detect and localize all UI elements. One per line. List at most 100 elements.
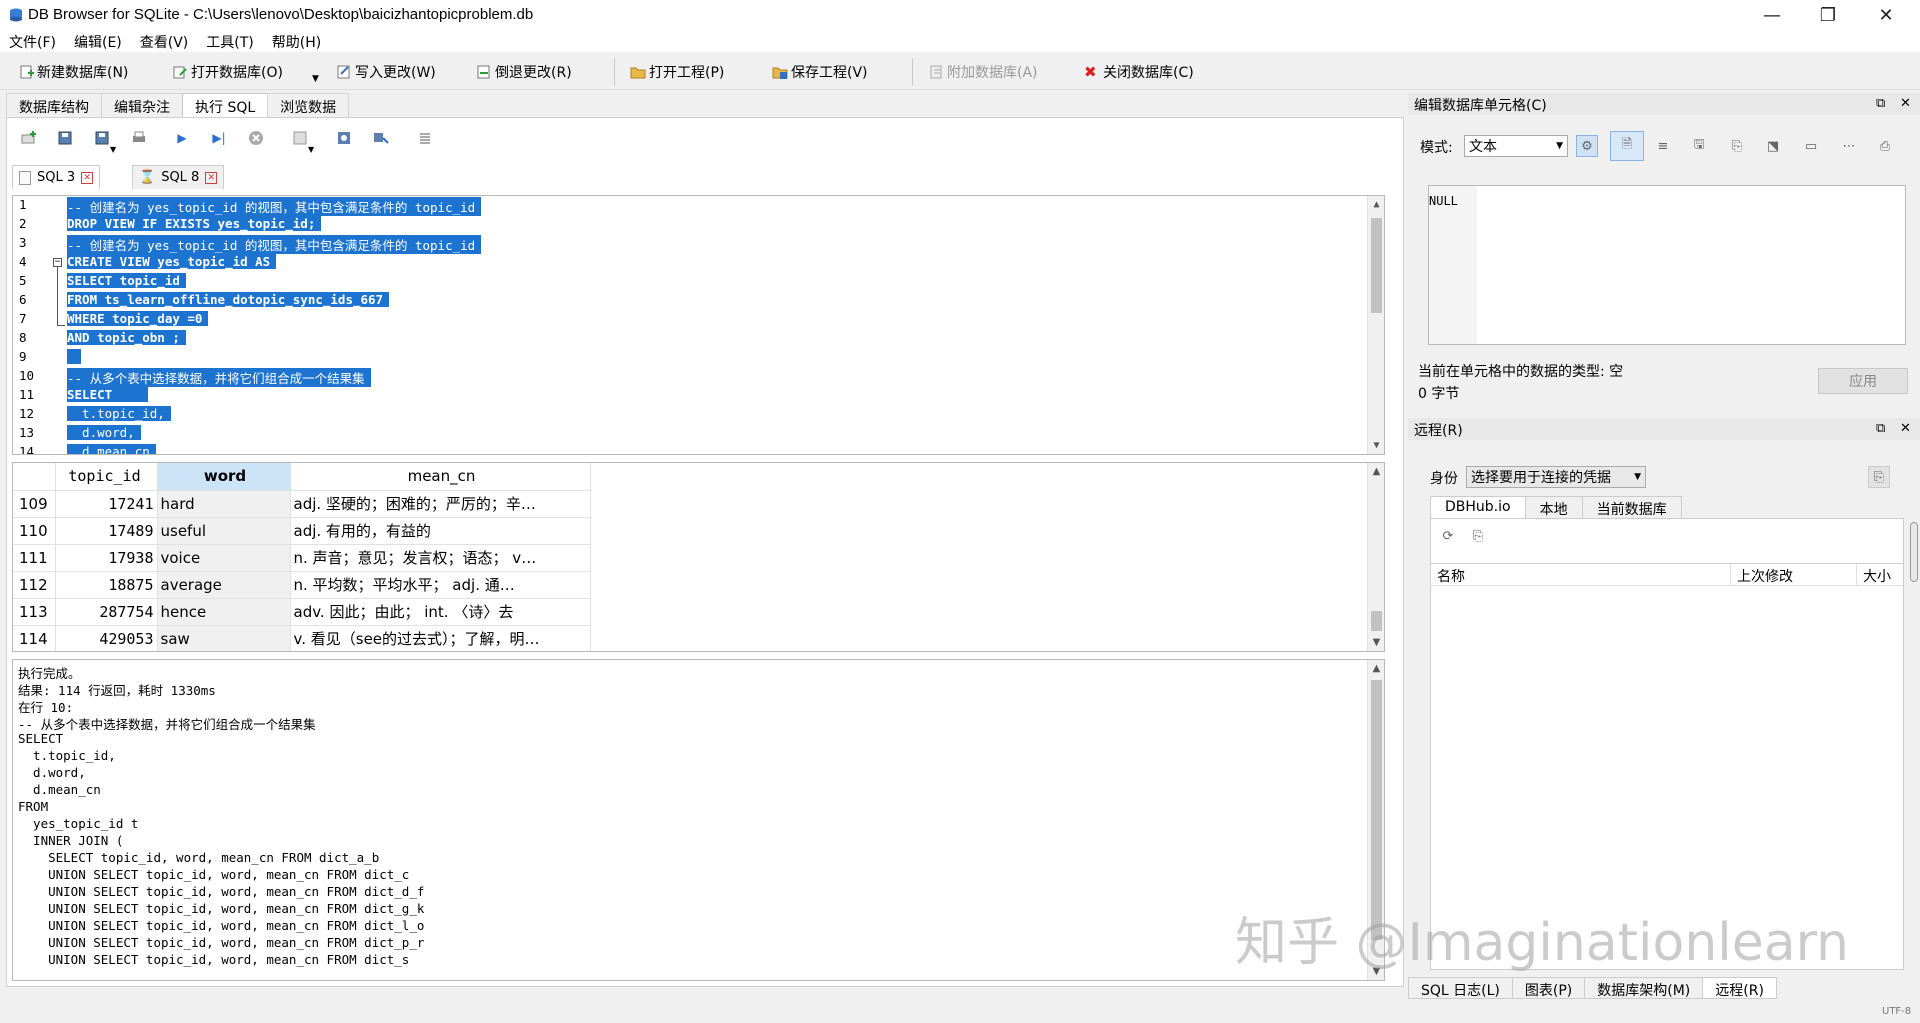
close-tab-icon[interactable]: ✕	[81, 171, 94, 184]
cell-word[interactable]: hence	[157, 598, 291, 626]
save-project-button[interactable]: 保存工程(V)	[772, 60, 868, 84]
results-scrollbar[interactable]: ▲ ▼	[1367, 463, 1384, 651]
menu-view[interactable]: 查看(V)	[131, 30, 198, 52]
scroll-up-icon[interactable]: ▲	[1368, 196, 1384, 213]
close-tab-icon[interactable]: ✕	[205, 171, 218, 184]
table-row[interactable]: 109 17241 hard adj. 坚硬的；困难的；严厉的；辛…	[13, 490, 591, 518]
row-number[interactable]: 113	[13, 598, 56, 626]
table-row[interactable]: 113 287754 hence adv. 因此；由此； int. 〈诗〉去	[13, 598, 591, 626]
cell-topic-id[interactable]: 17489	[55, 517, 158, 545]
code-line[interactable]: -- 创建名为 yes_topic_id 的视图，其中包含满足条件的 topic…	[67, 235, 482, 254]
column-header-mean-cn[interactable]: mean_cn	[290, 463, 591, 491]
code-line[interactable]: DROP VIEW IF EXISTS yes_topic_id;	[67, 216, 322, 231]
cell-mean-cn[interactable]: adj. 有用的，有益的	[290, 517, 591, 545]
close-panel-icon[interactable]: ✕	[1900, 421, 1911, 436]
code-line[interactable]: FROM ts_learn_offline_dotopic_sync_ids_6…	[67, 292, 390, 307]
fold-icon[interactable]: −	[53, 258, 62, 267]
float-panel-icon[interactable]: ⧉	[1876, 421, 1885, 436]
float-panel-icon[interactable]: ⧉	[1876, 96, 1885, 111]
table-row[interactable]: 112 18875 average n. 平均数；平均水平； adj. 通…	[13, 571, 591, 599]
indent-icon[interactable]: ≡	[1652, 135, 1674, 157]
code-line[interactable]: AND topic_obn ;	[67, 330, 186, 345]
row-number[interactable]: 110	[13, 517, 56, 545]
tab-plot[interactable]: 图表(P)	[1511, 977, 1586, 999]
auto-format-icon[interactable]: ⚙	[1576, 135, 1598, 157]
cell-word[interactable]: saw	[157, 625, 291, 651]
sql-tab-3[interactable]: SQL 3 ✕	[12, 165, 101, 189]
save-results-dropdown-icon[interactable]: ▼	[308, 145, 314, 154]
menu-tools[interactable]: 工具(T)	[197, 30, 262, 52]
cell-topic-id[interactable]: 287754	[55, 598, 158, 626]
code-line[interactable]: CREATE VIEW yes_topic_id AS	[67, 254, 277, 269]
execute-current-line-icon[interactable]: ▶|	[211, 130, 227, 146]
stop-execution-icon[interactable]	[248, 130, 264, 146]
export-icon[interactable]: ⎘	[1726, 135, 1748, 157]
tab-edit-pragmas[interactable]: 编辑杂注	[101, 93, 183, 117]
open-project-button[interactable]: 打开工程(P)	[630, 60, 724, 84]
find-replace-icon[interactable]	[373, 130, 389, 146]
tab-remote[interactable]: 远程(R)	[1702, 977, 1777, 999]
scroll-up-icon[interactable]: ▲	[1368, 660, 1384, 677]
clear-icon[interactable]: ⋯	[1838, 135, 1860, 157]
cell-mean-cn[interactable]: v. 看见（see的过去式）；了解，明…	[290, 625, 591, 651]
new-database-button[interactable]: 新建数据库(N)	[18, 60, 128, 84]
close-window-button[interactable]: ✕	[1858, 0, 1914, 30]
editor-scroll-thumb[interactable]	[1371, 218, 1382, 313]
close-panel-icon[interactable]: ✕	[1900, 96, 1911, 111]
row-number[interactable]: 112	[13, 571, 56, 599]
identity-select[interactable]: 选择要用于连接的凭据 ▼	[1466, 466, 1646, 488]
code-line[interactable]: SELECT	[67, 387, 149, 402]
column-header-word[interactable]: word	[157, 463, 291, 491]
set-null-icon[interactable]: ⬔	[1762, 135, 1784, 157]
results-grid[interactable]: topic_id word mean_cn 109 17241 hard adj. 坚…	[12, 462, 1385, 652]
row-number[interactable]: 109	[13, 490, 56, 518]
code-line[interactable]: -- 创建名为 yes_topic_id 的视图，其中包含满足条件的 topic…	[67, 197, 482, 216]
tab-sql-log[interactable]: SQL 日志(L)	[1408, 977, 1513, 999]
menu-file[interactable]: 文件(F)	[0, 30, 65, 52]
code-line[interactable]: WHERE topic_day =0	[67, 311, 209, 326]
revert-changes-button[interactable]: 倒退更改(R)	[476, 60, 572, 84]
scroll-down-icon[interactable]: ▼	[1368, 437, 1384, 454]
word-wrap-icon[interactable]: 🗎	[1610, 131, 1644, 161]
cell-mean-cn[interactable]: n. 平均数；平均水平； adj. 通…	[290, 571, 591, 599]
column-header-name[interactable]: 名称	[1431, 564, 1731, 585]
cell-word[interactable]: average	[157, 571, 291, 599]
scroll-up-icon[interactable]: ▲	[1368, 463, 1384, 480]
open-tab-icon[interactable]	[20, 130, 36, 146]
tab-database-structure[interactable]: 数据库结构	[6, 93, 102, 117]
table-row[interactable]: 111 17938 voice n. 声音；意见；发言权；语态； v…	[13, 544, 591, 572]
comment-toggle-icon[interactable]	[417, 130, 433, 146]
sql-tab-8[interactable]: ⌛ SQL 8 ✕	[132, 165, 225, 189]
cell-topic-id[interactable]: 17241	[55, 490, 158, 518]
remote-scrollbar[interactable]	[1910, 522, 1918, 582]
sql-editor[interactable]: 1 -- 创建名为 yes_topic_id 的视图，其中包含满足条件的 topi…	[12, 195, 1385, 455]
editor-scrollbar[interactable]: ▲ ▼	[1367, 196, 1384, 454]
table-row[interactable]: 110 17489 useful adj. 有用的，有益的	[13, 517, 591, 545]
import-icon[interactable]: 🖫	[1688, 135, 1710, 157]
code-line[interactable]: -- 从多个表中选择数据，并将它们组合成一个结果集	[67, 368, 371, 387]
cell-topic-id[interactable]: 429053	[55, 625, 158, 651]
cell-word[interactable]: useful	[157, 517, 291, 545]
tab-local[interactable]: 本地	[1524, 496, 1583, 518]
clone-icon[interactable]: ⎘	[1467, 525, 1489, 547]
row-number[interactable]: 111	[13, 544, 56, 572]
results-scroll-thumb[interactable]	[1371, 611, 1382, 631]
identity-config-icon[interactable]: ⎘	[1868, 466, 1890, 488]
code-line[interactable]: d.word,	[67, 425, 141, 440]
save-sql-file-icon[interactable]	[94, 130, 110, 146]
print-icon[interactable]	[131, 130, 147, 146]
minimize-button[interactable]: —	[1744, 0, 1800, 30]
code-line[interactable]: d.mean_cn	[67, 444, 156, 454]
mode-select[interactable]: 文本 ▼	[1464, 135, 1568, 157]
tab-browse-data[interactable]: 浏览数据	[267, 93, 350, 117]
open-database-button[interactable]: 打开数据库(O)	[172, 60, 283, 84]
cell-mean-cn[interactable]: adv. 因此；由此； int. 〈诗〉去	[290, 598, 591, 626]
execute-all-icon[interactable]: ▶	[174, 130, 190, 146]
save-results-icon[interactable]	[292, 130, 308, 146]
tab-current-database[interactable]: 当前数据库	[1581, 496, 1682, 518]
cell-mean-cn[interactable]: adj. 坚硬的；困难的；严厉的；辛…	[290, 490, 591, 518]
scroll-down-icon[interactable]: ▼	[1368, 634, 1384, 651]
menu-edit[interactable]: 编辑(E)	[65, 30, 131, 52]
cell-value-editor[interactable]: NULL	[1428, 185, 1906, 345]
tab-db-schema[interactable]: 数据库架构(M)	[1584, 977, 1704, 999]
